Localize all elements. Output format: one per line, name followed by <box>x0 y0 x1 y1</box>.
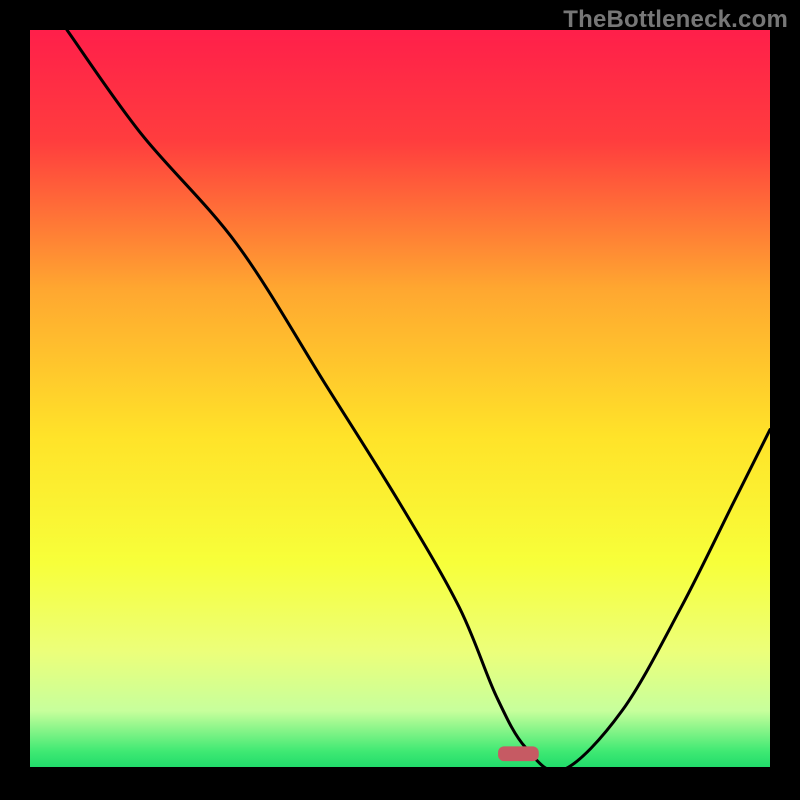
watermark-text: TheBottleneck.com <box>563 6 788 34</box>
bottleneck-plot <box>30 30 770 770</box>
x-axis-baseline <box>30 767 770 770</box>
chart-container: TheBottleneck.com <box>0 0 800 800</box>
gradient-background <box>30 30 770 770</box>
optimal-marker <box>498 746 539 761</box>
